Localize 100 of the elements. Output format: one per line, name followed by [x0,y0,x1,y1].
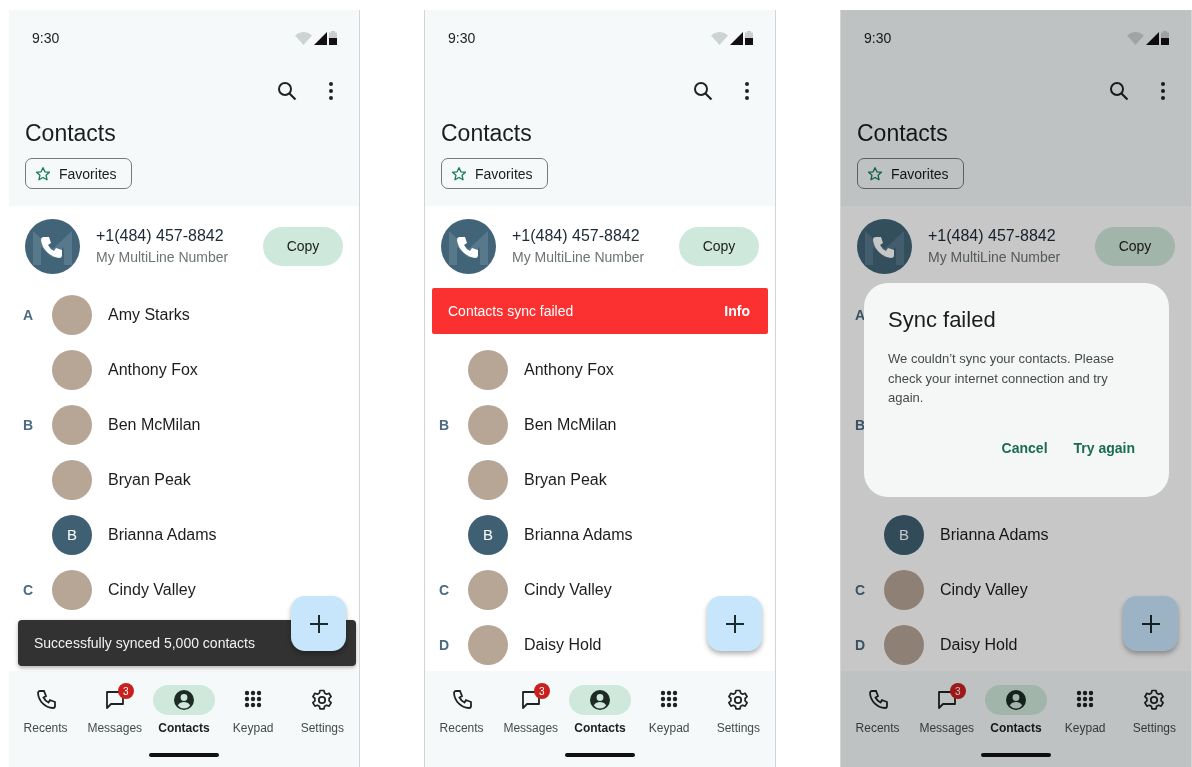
more-icon[interactable] [745,82,749,100]
contact-name[interactable]: Daisy Hold [524,635,602,654]
page-title: Contacts [24,119,117,148]
page-title: Contacts [856,119,949,148]
add-button[interactable] [291,596,346,651]
plus-icon[interactable] [1141,614,1160,633]
wifi-icon [1127,32,1144,45]
unread-badge: 3 [533,683,550,699]
photo-placeholder [884,624,924,665]
nav-tab[interactable]: Recents [428,685,495,735]
dialog-message: We couldn’t sync your contacts. Please check your internet connection and try again. [888,350,1115,407]
copy-button[interactable]: Copy [679,226,759,266]
search-icon[interactable] [693,81,713,101]
photo-placeholder [468,404,508,445]
battery-icon [745,31,753,45]
section-letter: A [855,306,866,323]
dialog-button[interactable]: Try again [1073,439,1135,456]
battery-icon [329,31,337,45]
nav-tab[interactable]: Settings [289,685,356,735]
contact-name[interactable]: Cindy Valley [108,580,196,599]
home-indicator [149,753,219,757]
wifi-icon [295,32,312,45]
add-button[interactable] [707,596,762,651]
nav-tab[interactable]: Settings [705,685,772,735]
status-time: 9:30 [448,30,476,46]
section-letter: B [855,416,866,433]
battery-icon [1161,31,1169,45]
plus-icon[interactable] [725,614,744,633]
contact-name[interactable]: Anthony Fox [108,360,198,379]
more-icon[interactable] [329,82,333,100]
section-letter: C [855,581,866,598]
person-icon[interactable] [171,688,196,712]
signal-icon [314,32,327,45]
home-indicator [981,753,1051,757]
settings-icon[interactable] [1142,688,1167,712]
photo-placeholder [52,294,92,335]
number-label: My MultiLine Number [512,249,646,265]
more-icon[interactable] [1161,82,1165,100]
photo-placeholder [52,349,92,390]
copy-button[interactable]: Copy [263,226,343,266]
add-button[interactable] [1123,596,1178,651]
contact-name[interactable]: Ben McMilan [108,415,201,434]
nav-tab[interactable]: Keypad [220,685,287,735]
phone-number: +1(484) 457-8842 [96,227,225,245]
person-icon[interactable] [587,688,612,712]
search-icon[interactable] [1109,81,1129,101]
page-title: Contacts [440,119,533,148]
phone-logo-icon [857,218,912,274]
nav-tab[interactable]: Recents [844,685,911,735]
dialog-title: Sync failed [888,307,997,333]
section-letter: C [439,581,450,598]
number-label: My MultiLine Number [928,249,1062,265]
contact-name[interactable]: Cindy Valley [524,580,612,599]
photo-placeholder [884,569,924,610]
contact-name[interactable]: Anthony Fox [524,360,614,379]
nav-tab[interactable]: 3 Messages [913,685,980,735]
nav-tab[interactable]: Recents [12,685,79,735]
home-indicator [565,753,635,757]
info-button[interactable]: Info [718,302,756,320]
nav-tab[interactable]: Keypad [1052,685,1119,735]
star-icon [867,165,883,182]
settings-icon[interactable] [310,688,335,712]
contact-name[interactable]: Bryan Peak [108,470,191,489]
photo-placeholder [468,569,508,610]
photo-placeholder [52,569,92,610]
contact-name[interactable]: Cindy Valley [940,580,1028,599]
photo-placeholder [468,459,508,500]
photo-placeholder [52,459,92,500]
dialog-button[interactable]: Cancel [1001,439,1048,456]
nav-tab[interactable]: Settings [1121,685,1188,735]
settings-icon[interactable] [726,688,751,712]
plus-icon[interactable] [309,614,328,633]
contact-name[interactable]: Bryan Peak [524,470,607,489]
photo-placeholder [468,624,508,665]
contact-name[interactable]: Ben McMilan [524,415,617,434]
section-letter: B [23,416,34,433]
nav-tab[interactable]: Keypad [636,685,703,735]
contact-name[interactable]: Brianna Adams [940,525,1049,544]
nav-tab[interactable]: 3 Messages [497,685,564,735]
section-letter: C [23,581,34,598]
section-letter: D [439,636,450,653]
favorites-chip[interactable]: Favorites [857,158,964,189]
banner-message: Contacts sync failed [448,303,574,319]
contact-name[interactable]: Amy Starks [108,305,190,324]
status-time: 9:30 [864,30,892,46]
contact-name[interactable]: Brianna Adams [108,525,217,544]
phone-logo-icon [25,218,80,274]
star-icon [451,165,467,182]
initial-avatar: B [52,514,92,555]
favorites-chip[interactable]: Favorites [25,158,132,189]
contact-name[interactable]: Daisy Hold [940,635,1018,654]
favorites-chip[interactable]: Favorites [441,158,548,189]
unread-badge: 3 [117,683,134,699]
search-icon[interactable] [277,81,297,101]
signal-icon [1146,32,1159,45]
person-icon[interactable] [1003,688,1028,712]
nav-tab[interactable]: 3 Messages [81,685,148,735]
contact-name[interactable]: Brianna Adams [524,525,633,544]
signal-icon [730,32,743,45]
copy-button[interactable]: Copy [1095,226,1175,266]
